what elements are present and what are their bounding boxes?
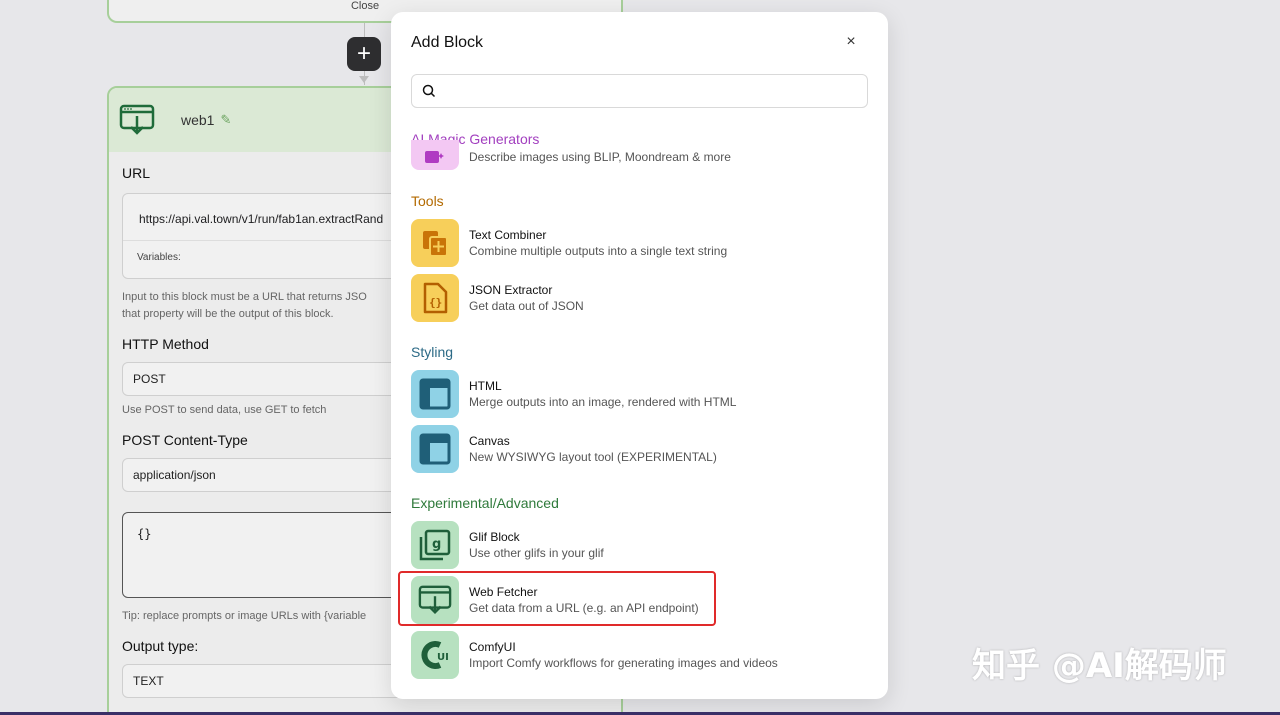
text-combiner-icon bbox=[411, 219, 459, 267]
item-name: HTML bbox=[469, 379, 502, 393]
glif-block-icon: g bbox=[411, 521, 459, 569]
block-title: web1 bbox=[181, 112, 215, 128]
item-description: Describe images using BLIP, Moondream & … bbox=[469, 150, 731, 164]
previous-block-close-label[interactable]: Close bbox=[109, 0, 621, 12]
svg-text:UI: UI bbox=[437, 652, 449, 663]
item-description: Combine multiple outputs into a single t… bbox=[469, 244, 728, 258]
item-name: Canvas bbox=[469, 434, 510, 448]
item-name: Text Combiner bbox=[469, 228, 547, 242]
search-input[interactable] bbox=[442, 83, 867, 99]
plus-icon: + bbox=[356, 40, 371, 67]
variables-tip: Tip: replace prompts or image URLs with … bbox=[122, 610, 367, 622]
layout-icon bbox=[411, 370, 459, 418]
list-item-comfyui[interactable]: UI ComfyUI Import Comfy workflows for ge… bbox=[411, 630, 871, 680]
list-item-glif-block[interactable]: g Glif Block Use other glifs in your gli… bbox=[411, 520, 871, 570]
input-hint-line1: Input to this block must be a URL that r… bbox=[122, 291, 367, 303]
output-type-label: Output type: bbox=[122, 638, 199, 654]
list-item-html[interactable]: HTML Merge outputs into an image, render… bbox=[411, 369, 871, 419]
edit-pencil-icon[interactable]: ✎ bbox=[220, 112, 231, 128]
sparkle-image-icon bbox=[425, 151, 444, 163]
url-label: URL bbox=[122, 165, 151, 181]
item-description: Merge outputs into an image, rendered wi… bbox=[469, 395, 737, 409]
http-method-hint: Use POST to send data, use GET to fetch bbox=[122, 404, 327, 416]
item-description: New WYSIWYG layout tool (EXPERIMENTAL) bbox=[469, 450, 717, 464]
svg-text:g: g bbox=[432, 537, 441, 552]
item-description: Use other glifs in your glif bbox=[469, 546, 604, 560]
add-block-button[interactable]: + bbox=[347, 37, 381, 71]
item-description: Get data out of JSON bbox=[469, 299, 584, 313]
section-title-experimental-advanced: Experimental/Advanced bbox=[411, 495, 559, 511]
search-icon bbox=[422, 84, 436, 98]
item-description: Import Comfy workflows for generating im… bbox=[469, 656, 778, 670]
image-caption-icon bbox=[411, 140, 459, 170]
svg-text:{}: {} bbox=[429, 296, 442, 309]
variables-label: Variables: bbox=[137, 252, 181, 263]
item-name: JSON Extractor bbox=[469, 283, 553, 297]
item-name: Glif Block bbox=[469, 530, 520, 544]
list-item-json-extractor[interactable]: {} JSON Extractor Get data out of JSON bbox=[411, 273, 871, 323]
close-icon[interactable]: × bbox=[841, 32, 861, 52]
comfyui-icon: UI bbox=[411, 631, 459, 679]
json-file-icon: {} bbox=[411, 274, 459, 322]
watermark: 知乎 @AI解码师 bbox=[972, 646, 1227, 686]
list-item-text-combiner[interactable]: Text Combiner Combine multiple outputs i… bbox=[411, 218, 871, 268]
web-fetcher-icon bbox=[119, 104, 155, 135]
connector-arrow-icon bbox=[359, 76, 369, 83]
item-name: ComfyUI bbox=[469, 640, 516, 654]
section-title-styling: Styling bbox=[411, 344, 454, 360]
highlight-box bbox=[398, 571, 716, 626]
search-field bbox=[411, 74, 868, 108]
section-title-tools: Tools bbox=[411, 193, 444, 209]
layout-icon bbox=[411, 425, 459, 473]
list-item-ai-describe[interactable]: Describe images using BLIP, Moondream & … bbox=[411, 140, 871, 170]
input-hint-line2: that property will be the output of this… bbox=[122, 308, 334, 320]
modal-title: Add Block bbox=[411, 34, 484, 51]
http-method-label: HTTP Method bbox=[122, 336, 209, 352]
list-item-canvas[interactable]: Canvas New WYSIWYG layout tool (EXPERIME… bbox=[411, 424, 871, 474]
content-type-label: POST Content-Type bbox=[122, 432, 248, 448]
